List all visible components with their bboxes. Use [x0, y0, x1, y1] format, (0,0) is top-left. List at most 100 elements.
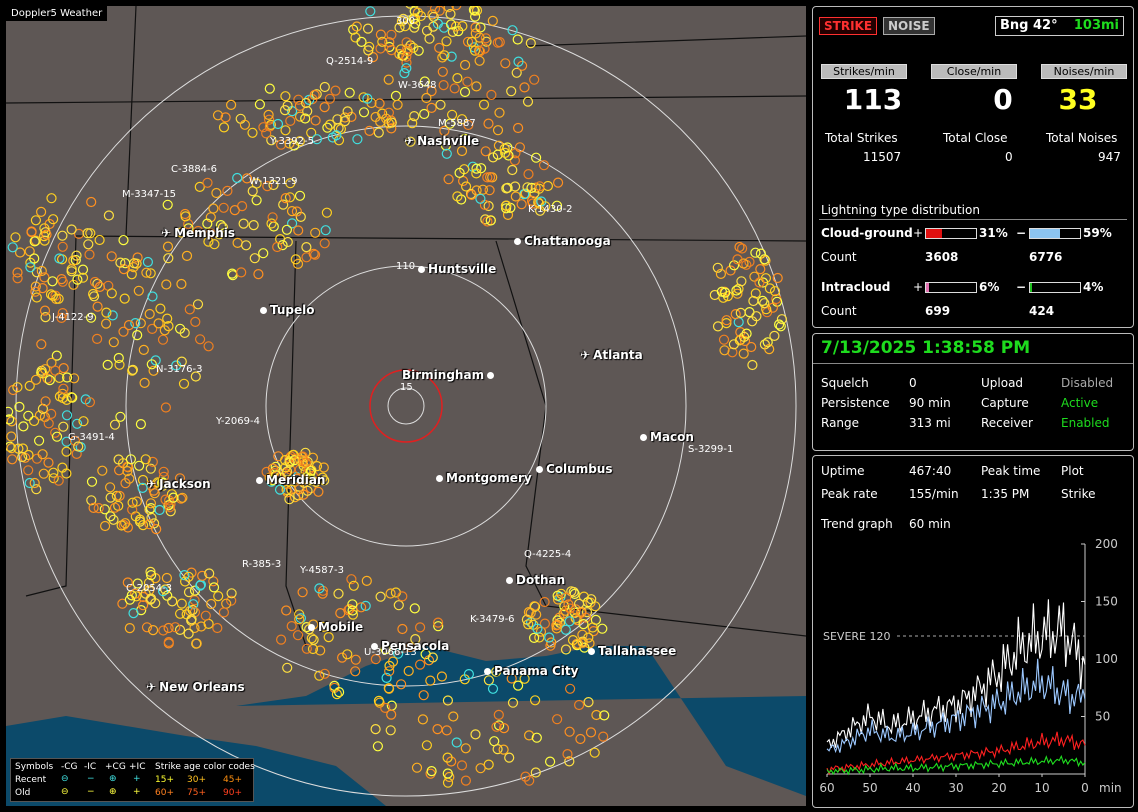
strike-marker	[452, 72, 463, 84]
strike-marker	[480, 146, 491, 157]
strike-marker	[319, 81, 330, 93]
strike-marker	[191, 638, 202, 649]
airport-icon: ✈	[580, 348, 591, 362]
strike-marker	[560, 624, 571, 635]
strike-marker	[26, 227, 37, 238]
strike-marker	[277, 240, 288, 251]
x-tick-label: 30	[948, 781, 963, 795]
strike-marker	[158, 625, 169, 636]
lightning-map[interactable]: Doppler5 Weather 300 110 15 ✈ Nashville ✈ M…	[6, 6, 806, 806]
strike-marker	[93, 503, 104, 514]
strike-marker	[211, 187, 222, 199]
strike-marker	[89, 276, 101, 288]
cg-neg-count: 6776	[1029, 250, 1063, 264]
strike-marker	[358, 107, 370, 118]
strike-mode-button[interactable]: STRIKE	[819, 17, 878, 35]
upload-value: Disabled	[1061, 376, 1114, 390]
strike-marker	[437, 52, 448, 63]
status-divider	[813, 363, 1133, 364]
strike-marker	[208, 203, 219, 214]
strike-marker	[470, 729, 481, 740]
persistence-value: 90 min	[909, 396, 951, 410]
storm-id-label: W-3648	[398, 80, 437, 91]
strike-marker	[37, 449, 48, 460]
strike-marker	[23, 465, 34, 476]
strike-marker	[528, 632, 540, 644]
trend-panel: Uptime 467:40 Peak time Plot Peak rate 1…	[812, 455, 1134, 808]
cg-neg-pct: 59%	[1083, 226, 1112, 240]
city-name: Memphis	[174, 226, 236, 240]
persistence-label: Persistence	[821, 396, 890, 410]
strike-marker	[218, 607, 229, 618]
ic-neg-bar-fill	[1030, 283, 1032, 292]
city-mobile: Mobile	[308, 620, 363, 634]
city-name: Macon	[650, 430, 694, 444]
strike-marker	[350, 32, 361, 43]
strike-marker	[58, 363, 69, 374]
strike-marker	[94, 234, 105, 246]
strike-marker	[451, 737, 462, 748]
city-name: New Orleans	[159, 680, 245, 694]
strike-marker	[10, 232, 21, 243]
strike-marker	[86, 476, 98, 487]
strike-marker	[249, 253, 260, 264]
strike-marker	[744, 307, 755, 318]
cg-label: Cloud-ground	[821, 226, 913, 240]
strike-marker	[319, 238, 330, 249]
range-value: 313 mi	[909, 416, 951, 430]
ic-neg-pct: 4%	[1083, 280, 1104, 294]
x-tick-label: 60	[819, 781, 834, 795]
strike-marker	[426, 102, 437, 114]
strike-marker	[330, 85, 341, 96]
strike-marker	[735, 307, 746, 318]
strike-marker	[483, 118, 494, 129]
legend-old-pos-cg-icon: ⊕	[109, 787, 117, 797]
strike-marker	[66, 224, 77, 235]
plot-value[interactable]: Strike	[1061, 487, 1096, 501]
strike-marker	[443, 174, 454, 185]
city-name: Atlanta	[593, 348, 643, 362]
noise-mode-button[interactable]: NOISE	[883, 17, 935, 35]
strike-marker	[47, 276, 58, 287]
strike-marker	[40, 396, 51, 407]
strike-marker	[385, 588, 396, 599]
strike-marker	[415, 622, 426, 633]
legend-old-neg-ic-icon: −	[87, 787, 95, 797]
strike-marker	[132, 330, 143, 341]
strike-marker	[286, 620, 297, 632]
strike-marker	[109, 502, 121, 513]
x-unit-label: min	[1099, 781, 1122, 795]
city-montgomery: Montgomery	[436, 471, 532, 485]
strike-marker	[119, 293, 130, 304]
strike-marker	[292, 630, 304, 641]
map-canvas	[6, 6, 806, 806]
strike-marker	[248, 220, 259, 231]
strike-marker	[486, 89, 497, 101]
peak-time-value: 1:35 PM	[981, 487, 1030, 501]
y-tick-label: 50	[1095, 710, 1110, 724]
strike-marker	[512, 34, 523, 45]
strike-marker	[113, 465, 125, 476]
strike-marker	[589, 747, 600, 758]
city-dot-icon	[514, 238, 521, 245]
strike-marker	[460, 775, 471, 786]
strike-marker	[280, 125, 291, 136]
strike-marker	[335, 607, 346, 619]
strike-marker	[498, 744, 509, 755]
legend-old-neg-cg-icon: ⊖	[61, 787, 69, 797]
strike-marker	[218, 122, 230, 133]
strike-marker	[38, 468, 49, 479]
strike-marker	[31, 292, 42, 303]
strike-marker	[385, 725, 396, 736]
strike-marker	[162, 241, 174, 252]
legend-age-45: 45+	[223, 775, 242, 785]
strike-marker	[507, 164, 518, 176]
legend-col-pos-ic: +IC	[129, 762, 146, 772]
strike-marker	[421, 25, 433, 36]
total-noises-label: Total Noises	[1046, 131, 1118, 145]
strike-marker	[759, 298, 770, 309]
strike-marker	[470, 11, 481, 22]
legend-age-75: 75+	[187, 788, 206, 798]
noises-min-value: 33	[1058, 83, 1098, 116]
city-name: Nashville	[417, 134, 480, 148]
